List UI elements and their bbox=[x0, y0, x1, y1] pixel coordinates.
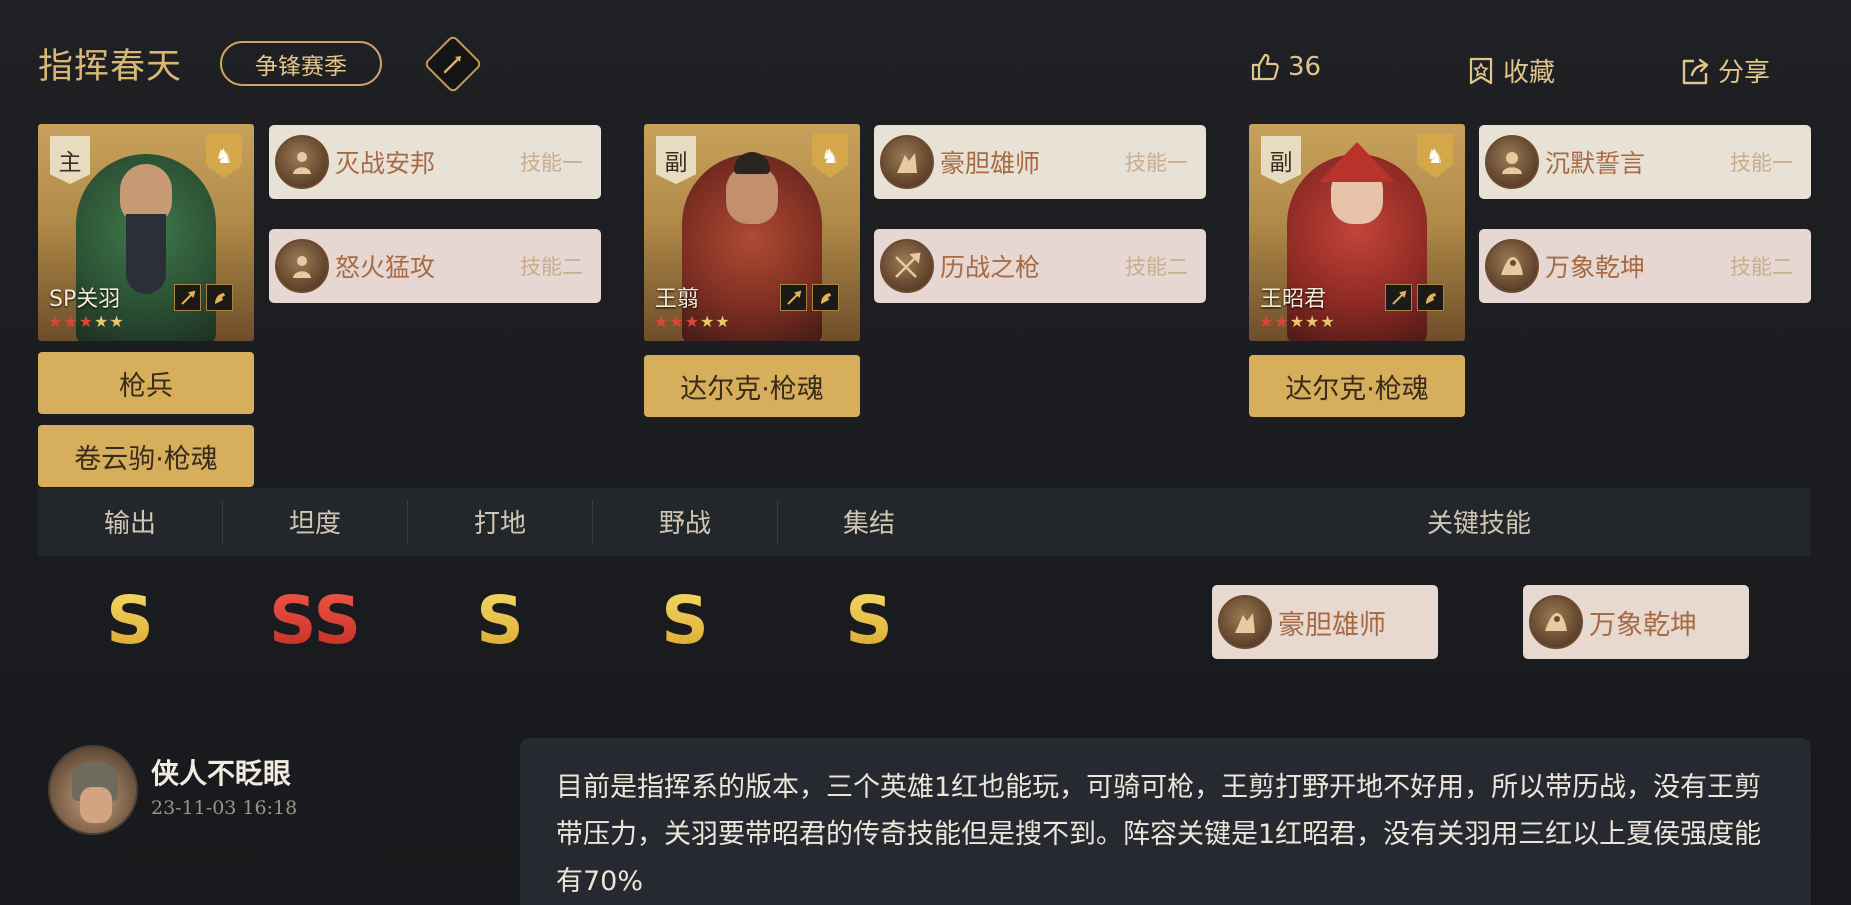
user-avatar[interactable] bbox=[48, 745, 138, 835]
like-count: 36 bbox=[1288, 52, 1322, 82]
share-button[interactable]: 分享 bbox=[1680, 52, 1770, 89]
share-icon bbox=[1682, 58, 1709, 84]
season-badge: 争锋赛季 bbox=[220, 41, 382, 86]
faction-crest-icon: ♞ bbox=[1417, 134, 1453, 178]
troop-tag[interactable]: 枪兵 bbox=[38, 352, 254, 414]
role-sub-badge: 副 bbox=[656, 136, 696, 184]
skill-name: 历战之枪 bbox=[940, 253, 1041, 282]
spear-mini-icon bbox=[1385, 284, 1412, 311]
stat-header-rally: 集结 bbox=[842, 509, 895, 539]
hero-portrait[interactable]: 主 ♞ SP关羽 ★★★★★ bbox=[38, 124, 254, 341]
skill-name: 怒火猛攻 bbox=[335, 253, 436, 282]
page-title: 指挥春天 bbox=[38, 47, 183, 87]
skill-icon bbox=[880, 239, 934, 293]
hero-name: 王昭君 bbox=[1260, 287, 1327, 312]
hero-stars: ★★★★★ bbox=[48, 312, 125, 331]
faction-crest-icon: ♞ bbox=[206, 134, 242, 178]
skill-icon bbox=[1485, 239, 1539, 293]
skill-slot: 技能一 bbox=[520, 151, 583, 175]
troop-tag[interactable]: 卷云驹·枪魂 bbox=[38, 425, 254, 487]
skill-name: 沉默誓言 bbox=[1545, 149, 1646, 178]
hero-stars: ★★★★★ bbox=[654, 312, 731, 331]
thumbs-up-icon bbox=[1251, 53, 1279, 81]
skill-icon bbox=[880, 135, 934, 189]
skill-slot: 技能一 bbox=[1125, 151, 1188, 175]
stat-header-tank: 坦度 bbox=[288, 509, 341, 539]
key-skill-name: 豪胆雄师 bbox=[1278, 609, 1386, 641]
share-label: 分享 bbox=[1718, 58, 1771, 88]
hero-name: SP关羽 bbox=[49, 287, 121, 312]
hero-stars: ★★★★★ bbox=[1259, 312, 1336, 331]
grade-rally: S bbox=[777, 582, 961, 659]
grade-tank: SS bbox=[223, 582, 407, 659]
troop-tag[interactable]: 达尔克·枪魂 bbox=[644, 355, 860, 417]
bookmark-star-icon bbox=[1469, 57, 1493, 84]
skill-slot: 技能二 bbox=[1730, 255, 1793, 279]
skill-slot: 技能一 bbox=[1730, 151, 1793, 175]
skill-icon bbox=[1218, 595, 1272, 649]
horse-mini-icon bbox=[1417, 284, 1444, 311]
skill-icon bbox=[275, 239, 329, 293]
horse-mini-icon bbox=[206, 284, 233, 311]
role-main-badge: 主 bbox=[50, 136, 90, 184]
spear-mini-icon bbox=[780, 284, 807, 311]
key-skill-card[interactable]: 豪胆雄师 bbox=[1212, 585, 1438, 659]
skill-card[interactable]: 豪胆雄师 技能一 bbox=[874, 125, 1206, 199]
collect-label: 收藏 bbox=[1503, 58, 1556, 88]
key-skill-card[interactable]: 万象乾坤 bbox=[1523, 585, 1749, 659]
hero-name: 王翦 bbox=[655, 287, 700, 312]
role-sub-badge: 副 bbox=[1261, 136, 1301, 184]
skill-slot: 技能二 bbox=[520, 255, 583, 279]
skill-name: 豪胆雄师 bbox=[940, 149, 1041, 178]
skill-card[interactable]: 万象乾坤 技能二 bbox=[1479, 229, 1811, 303]
hero-portrait[interactable]: 副 ♞ 王翦 ★★★★★ bbox=[644, 124, 860, 341]
skill-slot: 技能二 bbox=[1125, 255, 1188, 279]
skill-card[interactable]: 怒火猛攻 技能二 bbox=[269, 229, 601, 303]
hero-portrait[interactable]: 副 ♞ 王昭君 ★★★★★ bbox=[1249, 124, 1465, 341]
skill-name: 灭战安邦 bbox=[335, 149, 436, 178]
comment-text: 目前是指挥系的版本，三个英雄1红也能玩，可骑可枪，王剪打野开地不好用，所以带历战… bbox=[520, 738, 1811, 905]
stat-header-output: 输出 bbox=[103, 509, 156, 539]
faction-crest-icon: ♞ bbox=[812, 134, 848, 178]
stat-header-field: 野战 bbox=[658, 509, 711, 539]
grade-field: S bbox=[593, 582, 777, 659]
key-skill-name: 万象乾坤 bbox=[1589, 609, 1697, 641]
skill-name: 万象乾坤 bbox=[1545, 253, 1646, 282]
skill-icon bbox=[1529, 595, 1583, 649]
skill-card[interactable]: 历战之枪 技能二 bbox=[874, 229, 1206, 303]
spear-type-badge bbox=[423, 34, 483, 94]
grade-siege: S bbox=[408, 582, 592, 659]
like-button[interactable]: 36 bbox=[1250, 52, 1321, 82]
spear-mini-icon bbox=[174, 284, 201, 311]
user-name[interactable]: 侠人不眨眼 bbox=[151, 752, 291, 792]
troop-tag[interactable]: 达尔克·枪魂 bbox=[1249, 355, 1465, 417]
spear-icon bbox=[443, 56, 461, 74]
stat-header-siege: 打地 bbox=[473, 509, 526, 539]
skill-icon bbox=[1485, 135, 1539, 189]
key-skills-header: 关键技能 bbox=[1426, 509, 1531, 539]
comment-timestamp: 23-11-03 16:18 bbox=[151, 797, 298, 819]
skill-icon bbox=[275, 135, 329, 189]
skill-card[interactable]: 沉默誓言 技能一 bbox=[1479, 125, 1811, 199]
grade-output: S bbox=[38, 582, 222, 659]
collect-button[interactable]: 收藏 bbox=[1467, 52, 1555, 89]
horse-mini-icon bbox=[812, 284, 839, 311]
skill-card[interactable]: 灭战安邦 技能一 bbox=[269, 125, 601, 199]
